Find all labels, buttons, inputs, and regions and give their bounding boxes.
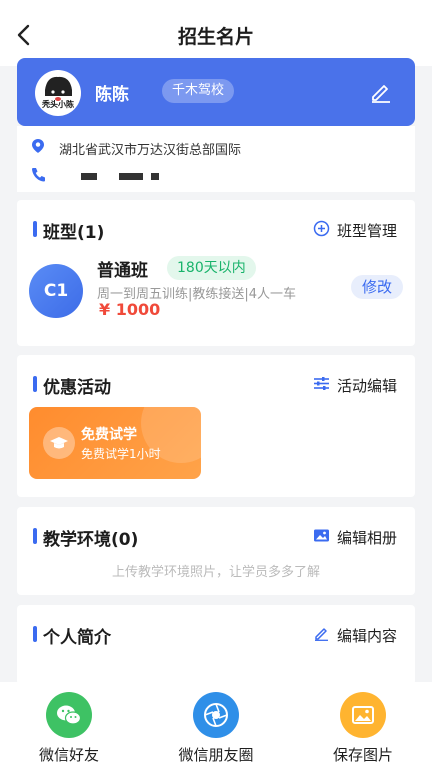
- edit-icon[interactable]: [369, 80, 393, 104]
- promo-section-title: 优惠活动: [33, 373, 111, 398]
- environment-hint: 上传教学环境照片，让学员多多了解: [111, 565, 320, 580]
- bio-section-title: 个人简介: [33, 623, 111, 648]
- nav-bar: 招生名片: [0, 0, 432, 66]
- manage-class-label: 班型管理: [336, 222, 397, 240]
- modify-button[interactable]: 修改: [351, 275, 403, 299]
- class-badge: C1: [29, 264, 83, 318]
- manage-class-button[interactable]: 班型管理: [313, 220, 397, 241]
- address-row: 湖北省武汉市万达汉街总部国际: [31, 138, 241, 158]
- school-tag: 千木驾校: [162, 79, 235, 103]
- class-price: ¥ 1000: [99, 300, 161, 319]
- bio-section: 个人简介 编辑内容: [17, 605, 415, 685]
- coach-name: 陈陈: [95, 85, 129, 105]
- address-text: 湖北省武汉市万达汉街总部国际: [59, 142, 242, 158]
- share-wechat-friend-button[interactable]: 微信好友: [9, 692, 129, 765]
- location-icon: [31, 138, 45, 158]
- edit-activity-button[interactable]: 活动编辑: [313, 375, 397, 396]
- edit-content-label: 编辑内容: [336, 627, 397, 645]
- class-section: 班型(1) 班型管理 C1 普通班 180天以内 周一到周五训练|教练接送|4人…: [17, 200, 415, 346]
- edit-activity-label: 活动编辑: [336, 377, 397, 395]
- page-title: 招生名片: [177, 26, 254, 48]
- promo-section: 优惠活动 活动编辑 免费试学 免费试学1小时: [17, 355, 415, 497]
- promo-title: 免费试学: [81, 427, 137, 443]
- avatar[interactable]: 秃头小陈: [35, 70, 81, 116]
- phone-icon: [31, 166, 45, 186]
- class-section-title: 班型(1): [33, 218, 104, 243]
- edit-album-label: 编辑相册: [336, 529, 397, 547]
- share-moments-button[interactable]: 微信朋友圈: [156, 692, 276, 765]
- pencil-icon: [313, 626, 337, 645]
- profile-header: 秃头小陈 陈陈 千木驾校: [17, 58, 415, 126]
- save-image-button[interactable]: 保存图片: [303, 692, 423, 765]
- edit-content-button[interactable]: 编辑内容: [313, 625, 397, 646]
- moments-icon: [193, 692, 239, 738]
- environment-section: 教学环境(0) 编辑相册 上传教学环境照片，让学员多多了解: [17, 507, 415, 595]
- picture-icon: [340, 692, 386, 738]
- image-icon: [313, 528, 337, 547]
- save-image-label: 保存图片: [332, 746, 393, 764]
- duration-tag: 180天以内: [167, 256, 256, 280]
- contact-info: 湖北省武汉市万达汉街总部国际: [17, 126, 415, 192]
- share-wechat-friend-label: 微信好友: [38, 746, 99, 764]
- class-name: 普通班: [97, 261, 148, 281]
- avatar-caption: 秃头小陈: [42, 100, 74, 109]
- share-moments-label: 微信朋友圈: [178, 746, 254, 764]
- share-bar: 微信好友 微信朋友圈 保存图片: [0, 682, 432, 768]
- phone-row: [31, 166, 159, 186]
- promo-subtitle: 免费试学1小时: [81, 447, 161, 461]
- wechat-icon: [46, 692, 92, 738]
- add-circle-icon: [313, 220, 337, 241]
- sliders-icon: [313, 376, 337, 395]
- phone-redacted: [81, 169, 159, 184]
- environment-section-title: 教学环境(0): [33, 525, 138, 550]
- free-trial-card[interactable]: 免费试学 免费试学1小时: [29, 407, 201, 479]
- edit-album-button[interactable]: 编辑相册: [313, 527, 397, 548]
- graduation-cap-icon: [43, 427, 75, 459]
